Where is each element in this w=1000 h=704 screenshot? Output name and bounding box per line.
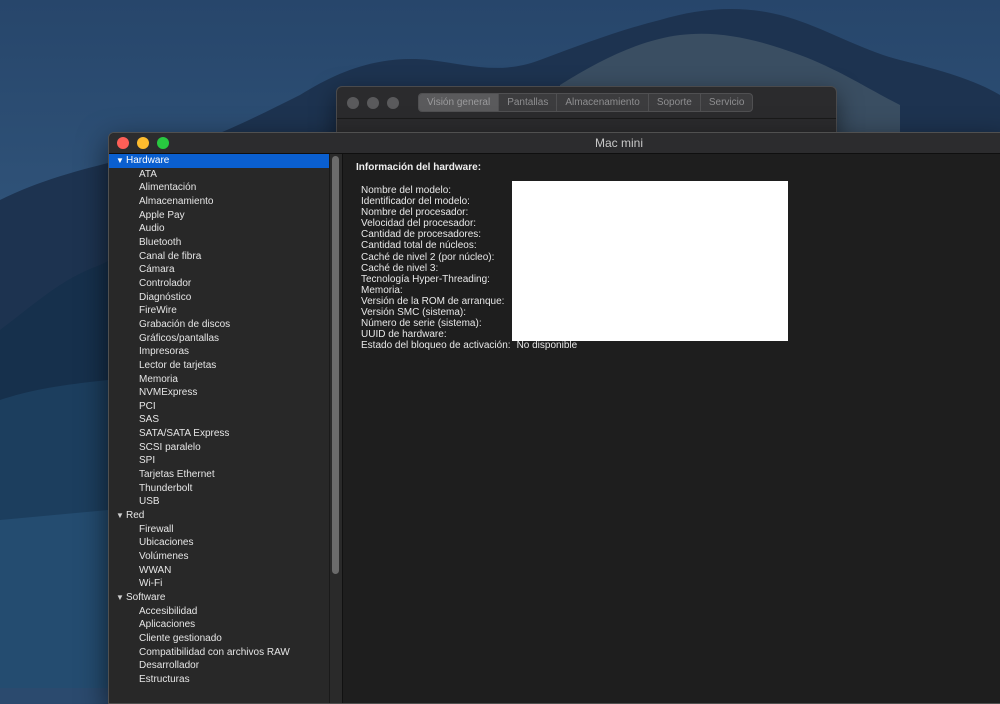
- sidebar-category-label: Hardware: [126, 155, 170, 166]
- sidebar-item[interactable]: Cliente gestionado: [109, 632, 329, 646]
- sidebar-item[interactable]: Audio: [109, 222, 329, 236]
- sidebar-item[interactable]: Controlador: [109, 277, 329, 291]
- about-close-button[interactable]: [347, 97, 359, 109]
- property-label: Versión SMC (sistema):: [361, 307, 467, 319]
- redacted-values: [512, 181, 788, 341]
- system-information-window: Mac mini ▼ Hardware ATA Alimentación Almacen…: [108, 132, 1000, 704]
- sidebar-category-red[interactable]: ▼ Red: [109, 509, 329, 523]
- sidebar-item[interactable]: Firewall: [109, 523, 329, 537]
- sidebar-item[interactable]: Almacenamiento: [109, 195, 329, 209]
- sidebar-item[interactable]: Estructuras: [109, 673, 329, 687]
- detail-pane: Información del hardware: Nombre del mod…: [343, 154, 1000, 703]
- property-label: Nombre del procesador:: [361, 207, 469, 219]
- sidebar-item[interactable]: Memoria: [109, 373, 329, 387]
- property-label: UUID de hardware:: [361, 329, 447, 341]
- sidebar-category-label: Software: [126, 592, 166, 603]
- sidebar-item[interactable]: Lector de tarjetas: [109, 359, 329, 373]
- property-label: Cantidad de procesadores:: [361, 229, 482, 241]
- sidebar-item[interactable]: ATA: [109, 168, 329, 182]
- sidebar-item[interactable]: SCSI paralelo: [109, 441, 329, 455]
- sidebar-item[interactable]: Compatibilidad con archivos RAW: [109, 646, 329, 660]
- disclosure-triangle-icon[interactable]: ▼: [116, 591, 126, 605]
- property-label: Caché de nivel 2 (por núcleo):: [361, 251, 495, 263]
- sidebar-scroll-thumb[interactable]: [332, 156, 339, 574]
- tab-soporte[interactable]: Soporte: [649, 94, 701, 111]
- about-tabs: Visión general Pantallas Almacenamiento Sop…: [418, 93, 754, 112]
- sidebar-item[interactable]: Apple Pay: [109, 209, 329, 223]
- sidebar-item[interactable]: Thunderbolt: [109, 482, 329, 496]
- property-label: Velocidad del procesador:: [361, 218, 477, 230]
- tab-almacenamiento[interactable]: Almacenamiento: [557, 94, 649, 111]
- tab-pantallas[interactable]: Pantallas: [499, 94, 558, 111]
- sidebar-scrollbar[interactable]: [329, 154, 343, 703]
- property-label: Versión de la ROM de arranque:: [361, 295, 505, 307]
- property-label: Memoria:: [361, 284, 403, 296]
- tab-servicio[interactable]: Servicio: [701, 94, 753, 111]
- sidebar-item[interactable]: FireWire: [109, 304, 329, 318]
- sidebar-item[interactable]: Aplicaciones: [109, 618, 329, 632]
- section-title: Información del hardware:: [356, 162, 482, 173]
- sidebar-item[interactable]: USB: [109, 495, 329, 509]
- sidebar-item[interactable]: Accesibilidad: [109, 605, 329, 619]
- property-value: No disponible: [516, 340, 578, 352]
- window-title: Mac mini: [594, 136, 643, 150]
- sidebar-item[interactable]: Desarrollador: [109, 659, 329, 673]
- sidebar-item[interactable]: Diagnóstico: [109, 291, 329, 305]
- sidebar-item[interactable]: Cámara: [109, 263, 329, 277]
- sidebar-item[interactable]: Wi-Fi: [109, 577, 329, 591]
- property-label: Cantidad total de núcleos:: [361, 240, 477, 252]
- sidebar-item[interactable]: Grabación de discos: [109, 318, 329, 332]
- about-minimize-button[interactable]: [367, 97, 379, 109]
- sidebar-item[interactable]: Canal de fibra: [109, 250, 329, 264]
- sidebar-item[interactable]: Impresoras: [109, 345, 329, 359]
- sidebar-item[interactable]: Bluetooth: [109, 236, 329, 250]
- sidebar-item[interactable]: Alimentación: [109, 181, 329, 195]
- tab-visión-general[interactable]: Visión general: [419, 94, 500, 111]
- sidebar-category-label: Red: [126, 510, 145, 522]
- sidebar-item[interactable]: SAS: [109, 413, 329, 427]
- property-label: Nombre del modelo:: [361, 185, 452, 196]
- sidebar-item[interactable]: NVMExpress: [109, 386, 329, 400]
- about-window-traffic-lights: [347, 97, 399, 109]
- property-label: Tecnología Hyper-Threading:: [361, 273, 490, 285]
- property-label: Estado del bloqueo de activación:: [361, 340, 511, 352]
- sidebar-category-software[interactable]: ▼ Software: [109, 591, 329, 605]
- sidebar-item[interactable]: SPI: [109, 454, 329, 468]
- about-maximize-button[interactable]: [387, 97, 399, 109]
- sidebar-item[interactable]: Tarjetas Ethernet: [109, 468, 329, 482]
- window-titlebar[interactable]: Mac mini: [109, 133, 1000, 154]
- sidebar-item[interactable]: Ubicaciones: [109, 536, 329, 550]
- property-label: Caché de nivel 3:: [361, 262, 439, 274]
- sidebar-tree: ▼ Hardware ATA Alimentación Almacenamiento Ap…: [109, 154, 329, 703]
- sidebar-item[interactable]: PCI: [109, 400, 329, 414]
- sidebar-item[interactable]: Gráficos/pantallas: [109, 332, 329, 346]
- property-row: Estado del bloqueo de activación: No disp…: [361, 340, 577, 351]
- property-label: Identificador del modelo:: [361, 196, 470, 208]
- disclosure-triangle-icon[interactable]: ▼: [116, 154, 126, 168]
- sidebar-item[interactable]: Volúmenes: [109, 550, 329, 564]
- property-label: Número de serie (sistema):: [361, 318, 482, 330]
- sidebar-category-hardware[interactable]: ▼ Hardware: [109, 154, 329, 168]
- sidebar-item[interactable]: WWAN: [109, 564, 329, 578]
- about-window-divider: [337, 118, 836, 119]
- disclosure-triangle-icon[interactable]: ▼: [116, 509, 126, 523]
- sidebar-item[interactable]: SATA/SATA Express: [109, 427, 329, 441]
